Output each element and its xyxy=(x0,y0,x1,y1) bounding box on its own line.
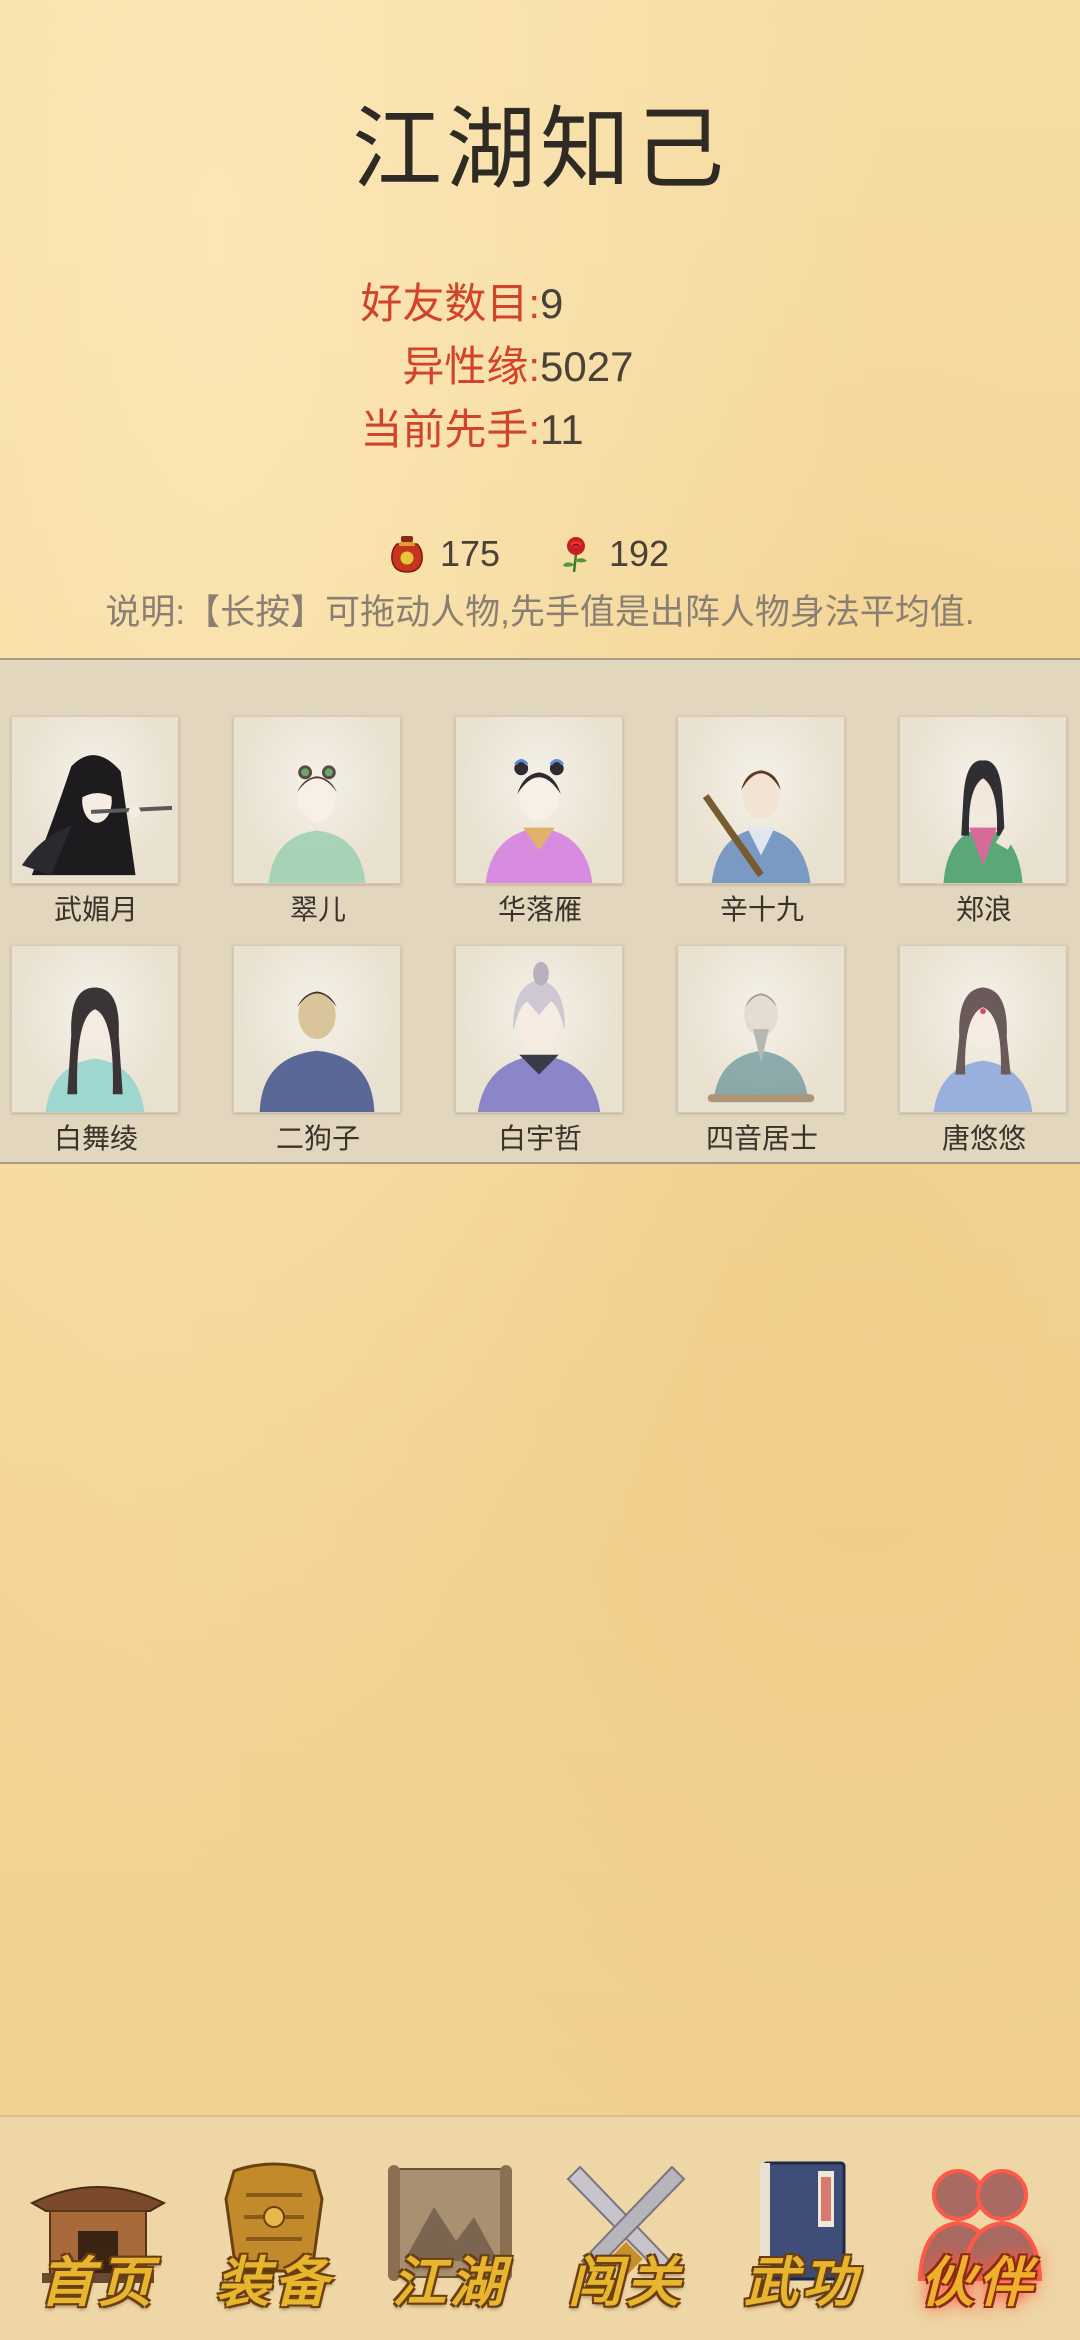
stat-value: 9 xyxy=(540,280,564,327)
friend-portrait[interactable] xyxy=(455,716,623,884)
bottom-nav: 首页 装备 江湖 闯关 武功 伙伴 xyxy=(0,2115,1080,2340)
portrait-commoner xyxy=(259,991,375,1112)
rose-count: 192 xyxy=(609,533,670,574)
portrait-flute-lady xyxy=(21,755,173,876)
nav-label: 江湖 xyxy=(392,2250,508,2314)
nav-label: 装备 xyxy=(216,2250,332,2314)
rose-icon xyxy=(563,537,587,573)
instruction-note: 说明:【长按】可拖动人物,先手值是出阵人物身法平均值. xyxy=(105,593,975,632)
friend-portrait[interactable] xyxy=(455,945,623,1113)
portrait-swordsman xyxy=(702,769,811,883)
friend-name: 华落雁 xyxy=(497,894,582,925)
friend-name: 武媚月 xyxy=(53,894,138,925)
friend-card[interactable]: 二狗子 xyxy=(233,945,403,1159)
wine-count: 175 xyxy=(440,533,501,574)
friend-card[interactable]: 辛十九 xyxy=(677,716,847,930)
nav-label: 首页 xyxy=(40,2250,156,2314)
friend-card[interactable]: 华落雁 xyxy=(455,716,625,930)
friend-card[interactable]: 唐悠悠 xyxy=(899,945,1069,1159)
stat-label: 当前先手: xyxy=(360,406,540,453)
portrait-lady-pink xyxy=(485,759,593,883)
stat-charm: 异性缘: 5027 xyxy=(0,335,1080,398)
wine-jar-icon xyxy=(391,536,423,573)
friend-card[interactable]: 郑浪 xyxy=(899,716,1069,930)
page-title: 江湖知己 xyxy=(352,100,728,200)
friend-portrait[interactable] xyxy=(11,716,179,884)
nav-martial-arts[interactable]: 武功 xyxy=(722,2151,882,2321)
friend-portrait[interactable] xyxy=(233,716,401,884)
nav-label: 武功 xyxy=(744,2250,860,2314)
friend-card[interactable]: 武媚月 xyxy=(11,716,181,930)
portrait-scholar-green xyxy=(943,760,1032,883)
friend-card[interactable]: 四音居士 xyxy=(677,945,847,1159)
portrait-maid xyxy=(268,765,366,883)
friend-card[interactable]: 白舞绫 xyxy=(11,945,181,1159)
stat-value: 11 xyxy=(540,406,584,453)
nav-challenge[interactable]: 闯关 xyxy=(546,2151,706,2321)
portrait-young-hero xyxy=(477,961,601,1112)
friend-portrait[interactable] xyxy=(233,945,401,1113)
friend-portrait[interactable] xyxy=(899,716,1067,884)
friend-portrait[interactable] xyxy=(899,945,1067,1113)
friend-name: 唐悠悠 xyxy=(941,1123,1026,1154)
stat-initiative: 当前先手: 11 xyxy=(0,398,1080,461)
nav-companions[interactable]: 伙伴 xyxy=(898,2151,1058,2321)
friend-name: 翠儿 xyxy=(289,894,346,925)
stats-block: 好友数目: 9 异性缘: 5027 当前先手: 11 xyxy=(0,272,1080,461)
friend-portrait[interactable] xyxy=(11,945,179,1113)
stat-label: 好友数目: xyxy=(360,280,540,327)
nav-equipment[interactable]: 装备 xyxy=(194,2151,354,2321)
friend-name: 四音居士 xyxy=(705,1123,818,1154)
stat-value: 5027 xyxy=(540,343,634,390)
stat-label: 异性缘: xyxy=(402,343,540,390)
nav-label: 伙伴 xyxy=(920,2250,1036,2314)
portrait-lady-teal xyxy=(45,987,145,1112)
nav-label: 闯关 xyxy=(568,2250,684,2314)
portrait-hermit xyxy=(707,993,815,1103)
friend-portrait[interactable] xyxy=(677,945,845,1113)
friend-name: 郑浪 xyxy=(955,894,1012,925)
friend-portrait[interactable] xyxy=(677,716,845,884)
nav-jianghu[interactable]: 江湖 xyxy=(370,2151,530,2321)
nav-home[interactable]: 首页 xyxy=(18,2151,178,2321)
friend-card[interactable]: 白宇哲 xyxy=(455,945,625,1159)
friends-grid: 武媚月 翠儿 华落雁 辛十九 郑浪 白舞绫 二狗子 白宇哲 四音居士 唐悠悠 xyxy=(0,658,1080,1164)
friend-name: 白宇哲 xyxy=(497,1123,582,1154)
friend-name: 辛十九 xyxy=(719,894,804,925)
friend-name: 二狗子 xyxy=(275,1123,360,1154)
resource-bar: 175 192 xyxy=(0,526,1080,582)
friend-name: 白舞绫 xyxy=(53,1123,138,1154)
portrait-lady-blue xyxy=(933,987,1033,1112)
stat-friend-count: 好友数目: 9 xyxy=(0,272,1080,335)
friend-card[interactable]: 翠儿 xyxy=(233,716,403,930)
